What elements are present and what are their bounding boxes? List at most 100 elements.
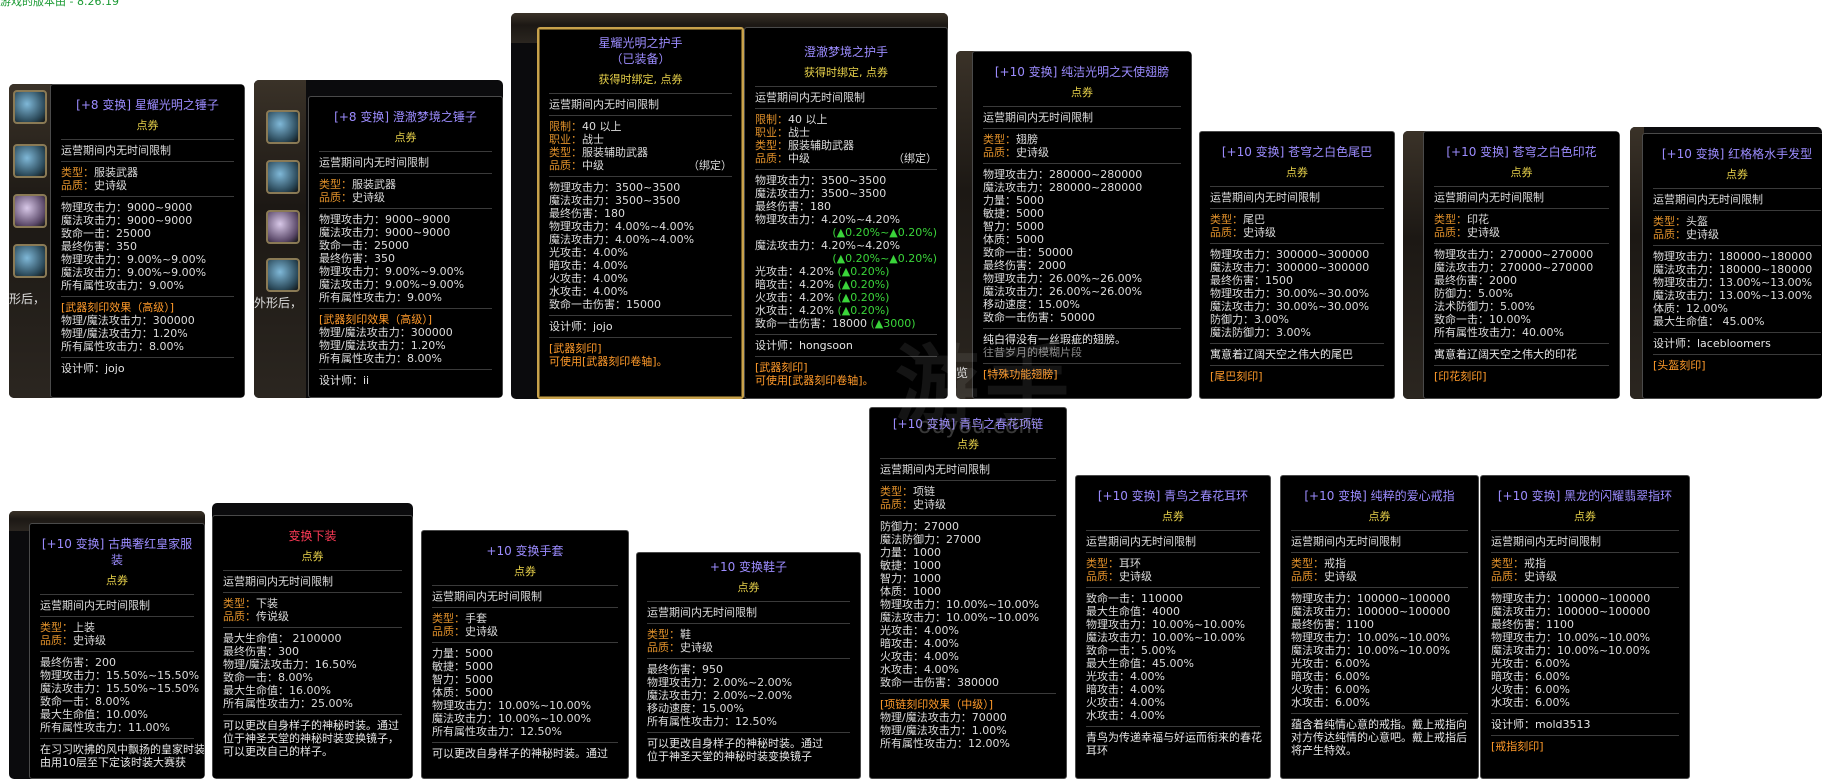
type-value: 服装辅助武器: [788, 139, 854, 152]
type-key: 类型：: [432, 612, 465, 625]
stat-line: 致命一击：10.00%: [1434, 313, 1531, 326]
divider: [1291, 587, 1468, 588]
stat-line: 魔法攻击力：9000~9000: [61, 214, 193, 227]
divider: [1434, 343, 1609, 344]
item-slot-icon[interactable]: [13, 244, 47, 278]
grade-value: 史诗级: [1467, 226, 1500, 239]
divider: [755, 86, 937, 87]
stat-line: 防御力：3.00%: [1210, 313, 1289, 326]
stat-line: 致命一击伤害：18000: [755, 317, 867, 330]
stat-line: 光攻击：4.00%: [1086, 670, 1165, 683]
job-value: 战士: [582, 133, 604, 146]
item-name: +10 变换鞋子: [709, 560, 788, 574]
stat-line: 最终伤害：1500: [1210, 274, 1293, 287]
stat-line: 所有属性攻击力：12.50%: [432, 725, 562, 738]
engrave-heading: [武器刻印效果（高级）]: [61, 301, 175, 314]
stat-line: 魔法攻击力：10.00%~10.00%: [880, 611, 1040, 624]
item-source: 点券: [394, 131, 417, 144]
stat-line: 致命一击：110000: [1086, 592, 1183, 605]
grade-value: 传说级: [256, 610, 289, 623]
divider: [647, 623, 850, 624]
item-slot-icon[interactable]: [13, 194, 47, 228]
item-source: 点券: [136, 119, 159, 132]
divider: [1653, 210, 1821, 211]
stat-line: 魔法攻击力：10.00%~10.00%: [1291, 644, 1451, 657]
item-tooltip: 变换下装 点券 运营期间内无时间限制 类型：下装 品质：传说级 最大生命值： 2…: [212, 515, 413, 779]
stat-line: 最大生命值：45.00%: [1086, 657, 1194, 670]
item-screenshot-wings: 览 [+10 变换] 纯洁光明之天使翅膀 点券 运营期间内无时间限制 类型：翅膀…: [956, 51, 1192, 399]
stat-line: 水攻击：6.00%: [1291, 696, 1370, 709]
engrave-stat: 物理/魔法攻击力：1.20%: [319, 339, 446, 352]
item-tooltip-shoes: +10 变换鞋子 点券 运营期间内无时间限制 类型：鞋 品质：史诗级 最终伤害：…: [636, 552, 861, 779]
type-value: 鞋: [680, 628, 691, 641]
stat-line: 物理攻击力：3500~3500: [549, 181, 681, 194]
item-name: 变换下装: [288, 529, 337, 543]
item-slot-icon[interactable]: [266, 160, 300, 194]
item-slot-icon[interactable]: [266, 210, 300, 244]
stat-line: 暗攻击：4.00%: [1086, 683, 1165, 696]
type-key: 类型：: [755, 139, 788, 152]
item-slot-icon[interactable]: [13, 144, 47, 178]
item-name: [+8 变换] 澄澈梦境之锤子: [334, 110, 477, 124]
divider: [1653, 245, 1821, 246]
divider: [61, 161, 234, 162]
item-screenshot-coat: [+10 变换] 古典奢红皇家服装 点券 运营期间内无时间限制 类型：上装 品质…: [9, 511, 205, 779]
time-limit: 运营期间内无时间限制: [755, 91, 865, 104]
type-value: 下装: [256, 597, 278, 610]
item-name: [+10 变换] 纯洁光明之天使翅膀: [994, 65, 1170, 79]
divider: [549, 337, 732, 338]
divider: [223, 627, 402, 628]
screenshot-collage: 游戏的版本由 - 8.26.19 形后， [+8 变换] 星耀光明之锤子 点券 …: [0, 0, 1822, 779]
bind-status: （绑定）: [688, 159, 732, 172]
type-key: 类型：: [1210, 213, 1243, 226]
stat-line: 最终伤害：1100: [1491, 618, 1574, 631]
designer: 设计师：ii: [319, 374, 370, 387]
item-source: 点券: [106, 574, 128, 587]
divider: [1291, 552, 1468, 553]
item-name: [+10 变换] 古典奢红皇家服装: [41, 537, 193, 567]
type-key: 类型：: [40, 621, 73, 634]
bind-status: （绑定）: [893, 152, 937, 165]
stat-diff: (▲0.20%): [837, 291, 890, 304]
item-slot-icon[interactable]: [13, 90, 47, 124]
item-source: 点券: [1368, 510, 1391, 523]
stat-line: 最终伤害：950: [647, 663, 723, 676]
stat-line: 水攻击：4.20%: [755, 304, 834, 317]
divider: [432, 607, 618, 608]
stat-line: 敏捷：5000: [983, 207, 1044, 220]
item-source: 点券: [737, 581, 760, 594]
stat-line: 最终伤害：180: [549, 207, 625, 220]
item-description: 位于神圣天堂的神秘时装变换镜子，: [223, 732, 399, 745]
stat-line: 最终伤害：180: [755, 200, 831, 213]
stat-line: 光攻击：4.00%: [880, 624, 959, 637]
engrave-stat: 所有属性攻击力：8.00%: [61, 340, 184, 353]
engrave-line: 可使用[武器刻印卷轴]。: [549, 355, 668, 368]
time-limit: 运营期间内无时间限制: [1434, 191, 1544, 204]
item-slot-icon[interactable]: [266, 110, 300, 144]
type-value: 手套: [465, 612, 487, 625]
grade-value: 中级: [788, 152, 810, 165]
limit-key: 限制：: [549, 120, 582, 133]
stat-line: 最终伤害：2000: [1434, 274, 1517, 287]
item-slot-icon[interactable]: [266, 258, 300, 292]
divider: [319, 151, 492, 152]
grade-value: 史诗级: [913, 498, 946, 511]
stat-line: 所有属性攻击力：40.00%: [1434, 326, 1564, 339]
job-key: 职业：: [549, 133, 582, 146]
divider: [1086, 587, 1260, 588]
time-limit: 运营期间内无时间限制: [223, 575, 333, 588]
grade-value: 中级: [582, 159, 604, 172]
time-limit: 运营期间内无时间限制: [1086, 535, 1196, 548]
divider: [1434, 365, 1609, 366]
divider: [755, 108, 937, 109]
grade-value: 史诗级: [1524, 570, 1557, 583]
divider: [61, 139, 234, 140]
designer: 设计师：hongsoon: [755, 339, 853, 352]
grade-key: 品质：: [432, 625, 465, 638]
item-name: [+10 变换] 纯粹的爱心戒指: [1304, 489, 1455, 503]
divider: [1210, 208, 1384, 209]
item-description: 寓意着辽阔天空之伟大的尾巴: [1210, 348, 1353, 361]
divider: [40, 651, 194, 652]
type-value: 头盔: [1686, 215, 1708, 228]
grade-key: 品质：: [647, 641, 680, 654]
